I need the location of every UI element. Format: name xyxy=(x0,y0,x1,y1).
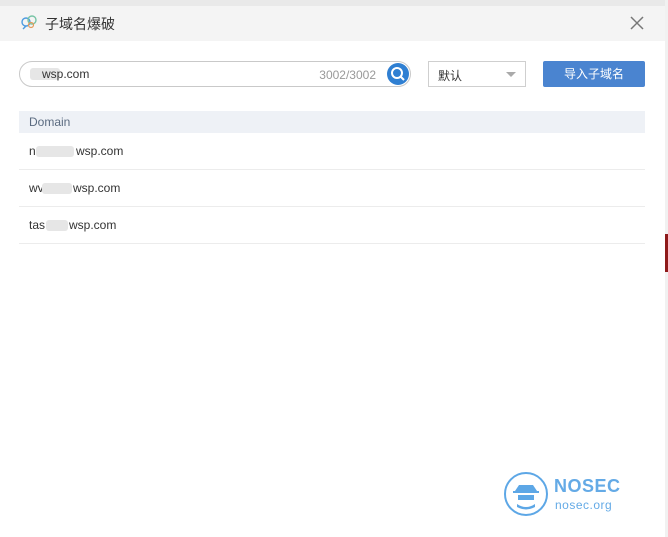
dictionary-select[interactable]: 默认 xyxy=(428,61,526,87)
table-row[interactable]: tas wsp.com xyxy=(19,207,645,244)
table-row[interactable]: n wsp.com xyxy=(19,133,645,170)
domain-table: Domain n wsp.com wv wsp.com tas wsp.com xyxy=(19,111,645,244)
domain-prefix: n xyxy=(29,144,36,158)
domain-suffix: wsp.com xyxy=(73,181,121,195)
domain-suffix: wsp.com xyxy=(76,144,124,158)
watermark-title: NOSEC xyxy=(554,476,621,496)
domain-suffix: wsp.com xyxy=(69,218,117,232)
dictionary-select-value: 默认 xyxy=(438,69,463,83)
redacted-text xyxy=(36,146,74,157)
redacted-text xyxy=(42,183,72,194)
nosec-watermark: NOSEC nosec.org xyxy=(504,468,644,520)
chevron-down-icon xyxy=(506,72,516,77)
watermark-subtitle: nosec.org xyxy=(555,498,613,512)
search-icon[interactable] xyxy=(387,63,409,85)
search-input-value: wsp.com xyxy=(42,67,90,81)
hacker-mascot-icon xyxy=(504,472,548,516)
domain-search-input[interactable]: wsp.com 3002/3002 xyxy=(19,61,411,87)
subdomain-bruteforce-dialog: 子域名爆破 wsp.com 3002/3002 默认 导入子域名 Domain … xyxy=(0,6,665,537)
search-count: 3002/3002 xyxy=(319,68,376,82)
dialog-title: 子域名爆破 xyxy=(45,16,115,32)
table-row[interactable]: wv wsp.com xyxy=(19,170,645,207)
import-subdomains-button[interactable]: 导入子域名 xyxy=(543,61,645,87)
table-header-domain: Domain xyxy=(19,111,645,133)
brain-icon xyxy=(20,13,38,31)
redacted-text xyxy=(46,220,68,231)
dialog-titlebar: 子域名爆破 xyxy=(0,6,665,41)
domain-prefix: tas xyxy=(29,218,46,232)
page: 子域名爆破 wsp.com 3002/3002 默认 导入子域名 Domain … xyxy=(0,0,668,537)
close-icon[interactable] xyxy=(628,14,646,32)
